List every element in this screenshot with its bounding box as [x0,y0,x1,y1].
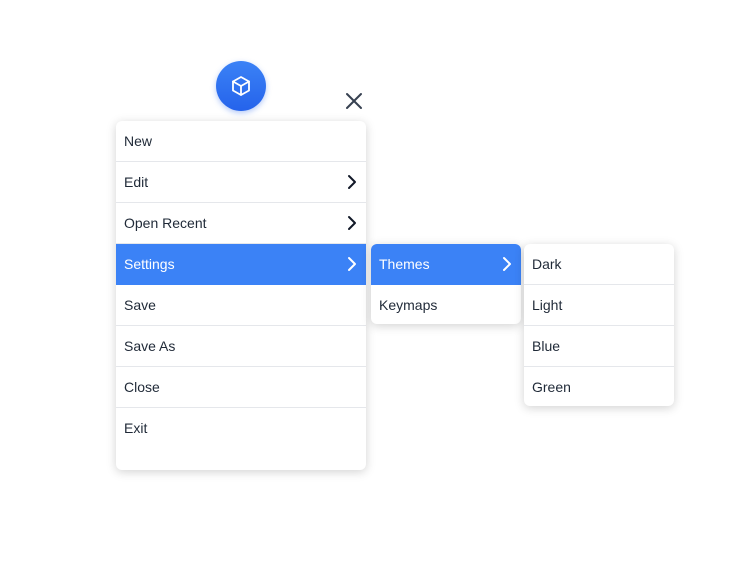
menu-item-blue[interactable]: Blue [524,326,674,367]
close-icon [346,93,362,109]
close-button[interactable] [342,89,366,113]
cube-icon [232,76,250,96]
menu-item-light[interactable]: Light [524,285,674,326]
menu-item-label: Open Recent [124,215,207,231]
chevron-right-icon [348,216,356,230]
menu-item-label: Keymaps [379,297,438,313]
app-menu-button[interactable] [216,61,266,111]
settings-submenu: Themes Keymaps [371,244,521,324]
menu-item-label: New [124,133,153,149]
menu-item-open-recent[interactable]: Open Recent [116,203,366,244]
menu-item-green[interactable]: Green [524,367,674,406]
menu-item-label: Blue [532,338,561,354]
themes-submenu: Dark Light Blue Green [524,244,674,406]
menu-item-exit[interactable]: Exit [116,408,366,448]
menu-item-edit[interactable]: Edit [116,162,366,203]
menu-item-save[interactable]: Save [116,285,366,326]
stage: New Edit Open Recent Settings Save Save … [0,0,744,584]
chevron-right-icon [503,257,511,271]
menu-item-label: Green [532,379,571,395]
menu-item-label: Themes [379,256,430,272]
menu-item-themes[interactable]: Themes [371,244,521,285]
menu-item-label: Exit [124,420,148,436]
menu-item-keymaps[interactable]: Keymaps [371,285,521,324]
menu-item-label: Close [124,379,160,395]
menu-item-label: Dark [532,256,562,272]
menu-item-settings[interactable]: Settings [116,244,366,285]
menu-item-label: Save [124,297,156,313]
menu-item-label: Edit [124,174,149,190]
menu-item-close[interactable]: Close [116,367,366,408]
menu-item-label: Save As [124,338,176,354]
menu-item-label: Light [532,297,563,313]
menu-item-dark[interactable]: Dark [524,244,674,285]
chevron-right-icon [348,257,356,271]
menu-item-label: Settings [124,256,175,272]
main-menu: New Edit Open Recent Settings Save Save … [116,121,366,470]
menu-item-save-as[interactable]: Save As [116,326,366,367]
chevron-right-icon [348,175,356,189]
menu-item-new[interactable]: New [116,121,366,162]
